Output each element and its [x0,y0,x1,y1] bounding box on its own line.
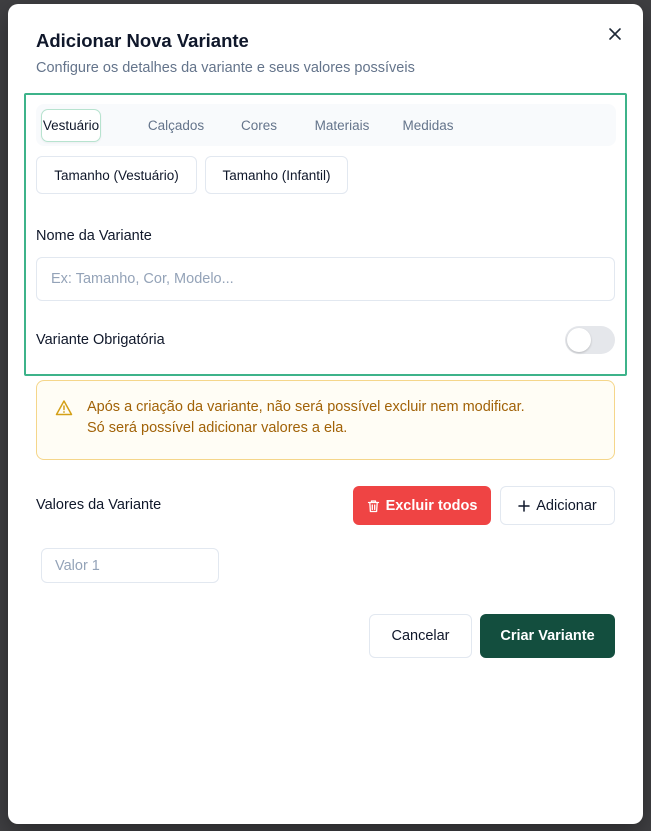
tab-materiais[interactable]: Materiais [307,109,377,142]
warning-alert: Após a criação da variante, não será pos… [36,380,615,460]
delete-all-label: Excluir todos [385,497,478,514]
variant-value-input-1[interactable] [41,548,219,583]
dialog-title: Adicionar Nova Variante [36,30,249,51]
tab-medidas[interactable]: Medidas [397,109,459,142]
cancel-button[interactable]: Cancelar [369,614,472,658]
trash-icon [367,499,379,512]
required-variant-label: Variante Obrigatória [36,332,165,348]
variant-values-label: Valores da Variante [36,497,162,513]
add-value-label: Adicionar [536,497,597,514]
required-variant-toggle[interactable] [565,326,615,354]
preset-tamanho-infantil-button[interactable]: Tamanho (Infantil) [205,156,348,194]
toggle-knob [567,328,591,352]
warning-text-line-2: Só será possível adicionar valores a ela… [87,420,348,436]
warning-text-line-1: Após a criação da variante, não será pos… [87,399,525,415]
create-variant-button[interactable]: Criar Variante [480,614,615,658]
add-value-button[interactable]: Adicionar [500,486,615,525]
variant-name-input[interactable] [36,257,615,301]
preset-category-tabs: Vestuário Calçados Cores Materiais Medid… [36,104,616,146]
dialog-subtitle: Configure os detalhes da variante e seus… [36,60,415,76]
delete-all-button[interactable]: Excluir todos [353,486,491,525]
add-variant-dialog: Adicionar Nova Variante Configure os det… [8,4,643,824]
tab-cores[interactable]: Cores [237,109,281,142]
warning-triangle-icon [55,400,73,416]
tab-calcados[interactable]: Calçados [142,109,210,142]
plus-icon [518,499,531,512]
preset-tamanho-vestuario-button[interactable]: Tamanho (Vestuário) [36,156,197,194]
tab-vestuario[interactable]: Vestuário [41,109,101,142]
close-button[interactable] [604,23,626,45]
close-icon [609,28,621,40]
variant-name-label: Nome da Variante [36,228,152,244]
